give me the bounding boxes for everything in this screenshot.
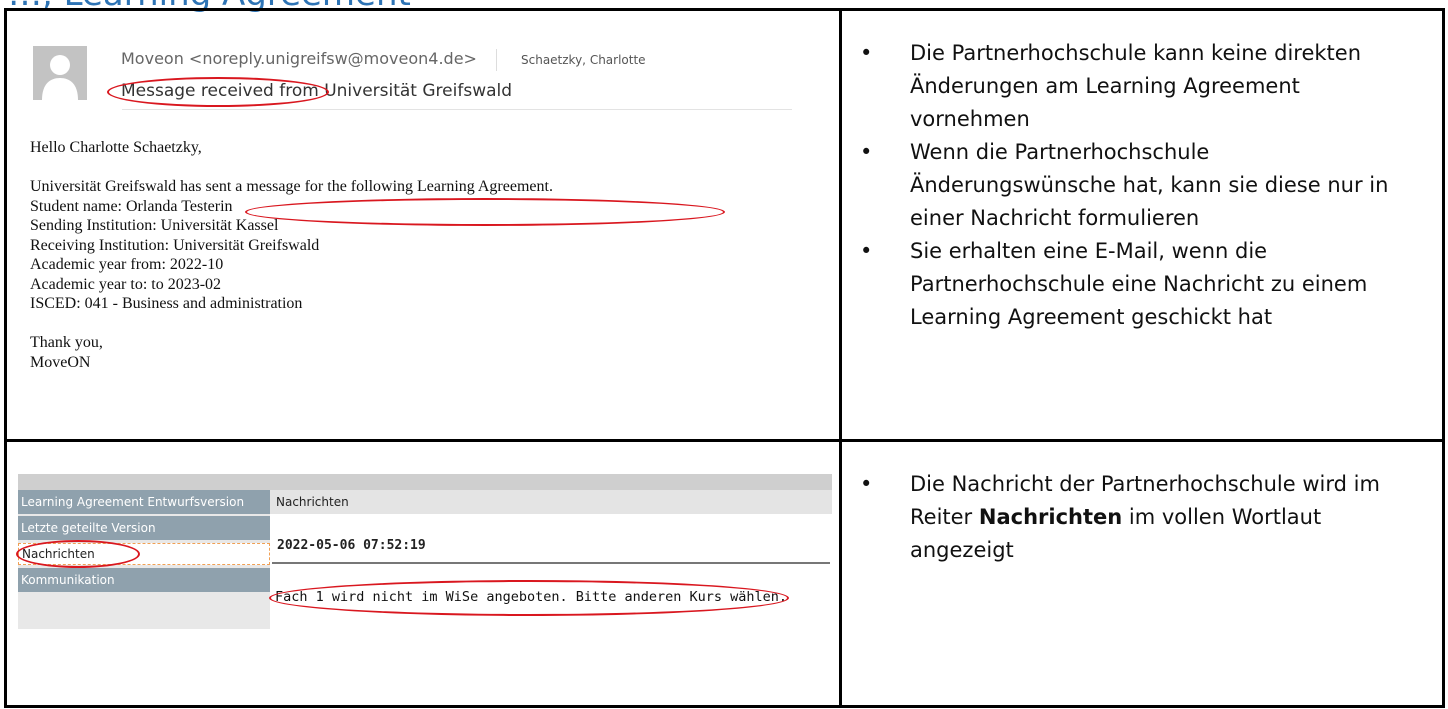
email-line: Academic year from: 2022-10 [30,256,224,273]
table-row: Moveon <noreply.unigreifsw@moveon4.de> S… [4,8,1445,442]
nav-item-entwurfsversion[interactable]: Learning Agreement Entwurfsversion [18,490,270,514]
email-screenshot-cell: Moveon <noreply.unigreifsw@moveon4.de> S… [4,8,842,442]
highlight-ellipse-message [269,580,789,616]
email-signature: MoveON [30,353,91,371]
message-date: 2022-05-06 07:52:19 [277,538,426,553]
email-divider [122,109,792,110]
table-row: Learning Agreement Entwurfsversion Letzt… [4,439,1445,708]
explanation-cell-top: Die Partnerhochschule kann keine direkte… [839,8,1445,442]
bold-term: Nachrichten [978,505,1123,529]
explanation-cell-bottom: Die Nachricht der Partnerhochschule wird… [839,439,1445,708]
email-line: Receiving Institution: Universität Greif… [30,236,320,254]
app-screenshot: Learning Agreement Entwurfsversion Letzt… [9,444,838,704]
bullet-list: Die Nachricht der Partnerhochschule wird… [844,444,1441,568]
content-header: Nachrichten [270,490,832,514]
instruction-table: Moveon <noreply.unigreifsw@moveon4.de> S… [4,8,1445,708]
nav-item-letzte-version[interactable]: Letzte geteilte Version [18,516,270,540]
email-line: ISCED: 041 - Business and administration [30,295,303,312]
highlight-ellipse-nav [16,540,140,568]
email-line: Universität Greifswald has sent a messag… [30,178,553,195]
email-screenshot: Moveon <noreply.unigreifsw@moveon4.de> S… [9,13,838,438]
highlight-ellipse-body [245,198,725,226]
email-greeting: Hello Charlotte Schaetzky, [30,139,202,156]
highlight-ellipse-subject [107,77,329,107]
avatar-icon [33,46,87,100]
bullet-item: Sie erhalten eine E-Mail, wenn die Partn… [860,235,1402,334]
email-sender: Moveon <noreply.unigreifsw@moveon4.de> [121,49,477,68]
email-recipient: Schaetzky, Charlotte [521,53,646,67]
bullet-list: Die Partnerhochschule kann keine direkte… [844,13,1441,335]
app-top-bar [18,474,832,490]
app-screenshot-cell: Learning Agreement Entwurfsversion Letzt… [4,439,842,708]
email-body: Hello Charlotte Schaetzky, Universität G… [30,138,553,372]
email-closing: Thank you, [30,334,103,351]
header-divider [496,49,497,71]
bullet-item: Die Partnerhochschule kann keine direkte… [860,37,1402,136]
message-divider [272,562,830,564]
nav-item-kommunikation[interactable]: Kommunikation [18,568,270,592]
bullet-item: Wenn die Partnerhochschule Änderungswüns… [860,136,1402,235]
bullet-item: Die Nachricht der Partnerhochschule wird… [860,468,1402,567]
email-line: Academic year to: to 2023-02 [30,275,222,293]
